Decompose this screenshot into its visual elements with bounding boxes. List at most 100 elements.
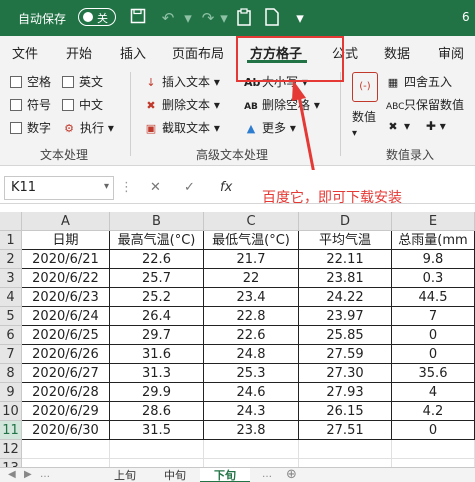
table-cell[interactable]: 23.4: [204, 288, 299, 307]
table-cell[interactable]: 最低气温(°C): [204, 231, 299, 250]
table-cell[interactable]: 31.5: [110, 421, 204, 440]
column-header[interactable]: B: [110, 212, 204, 231]
table-cell[interactable]: 23.97: [299, 307, 392, 326]
table-cell[interactable]: 2020/6/28: [22, 383, 110, 402]
table-row: 3 2020/6/22 25.7 22 23.81 0.3: [0, 269, 475, 288]
table-cell[interactable]: [204, 440, 299, 459]
table-cell[interactable]: 27.30: [299, 364, 392, 383]
table-cell[interactable]: 25.2: [110, 288, 204, 307]
table-cell[interactable]: 26.15: [299, 402, 392, 421]
add-sheet-icon[interactable]: ⊕: [286, 467, 297, 482]
table-cell[interactable]: 23.81: [299, 269, 392, 288]
table-cell[interactable]: 22.6: [204, 326, 299, 345]
insert-function-button[interactable]: fx: [220, 180, 232, 195]
sheet-options-icon[interactable]: …: [262, 469, 272, 480]
table-cell[interactable]: 9.8: [392, 250, 475, 269]
table-cell[interactable]: 27.93: [299, 383, 392, 402]
table-row: 9 2020/6/28 29.9 24.6 27.93 4: [0, 383, 475, 402]
table-cell[interactable]: 22: [204, 269, 299, 288]
table-cell[interactable]: 2020/6/26: [22, 345, 110, 364]
table-cell[interactable]: 44.5: [392, 288, 475, 307]
table-cell[interactable]: 29.9: [110, 383, 204, 402]
table-cell[interactable]: 0: [392, 345, 475, 364]
table-cell[interactable]: 2020/6/24: [22, 307, 110, 326]
row-header[interactable]: 12: [0, 440, 22, 459]
row-header[interactable]: 8: [0, 364, 22, 383]
table-cell[interactable]: 最高气温(°C): [110, 231, 204, 250]
row-header[interactable]: 9: [0, 383, 22, 402]
prev-sheet-icon[interactable]: ◀: [8, 469, 16, 480]
table-cell[interactable]: [22, 440, 110, 459]
enter-icon[interactable]: ✓: [184, 180, 195, 195]
table-cell[interactable]: [110, 440, 204, 459]
table-cell[interactable]: 25.3: [204, 364, 299, 383]
table-cell[interactable]: 2020/6/27: [22, 364, 110, 383]
table-cell[interactable]: 24.22: [299, 288, 392, 307]
table-cell[interactable]: 29.7: [110, 326, 204, 345]
table-cell[interactable]: 总雨量(mm: [392, 231, 475, 250]
column-header[interactable]: C: [204, 212, 299, 231]
table-cell[interactable]: 24.6: [204, 383, 299, 402]
table-cell[interactable]: 26.4: [110, 307, 204, 326]
table-row: 7 2020/6/26 31.6 24.8 27.59 0: [0, 345, 475, 364]
table-cell[interactable]: 2020/6/23: [22, 288, 110, 307]
table-cell[interactable]: 日期: [22, 231, 110, 250]
table-cell[interactable]: 35.6: [392, 364, 475, 383]
table-row: 5 2020/6/24 26.4 22.8 23.97 7: [0, 307, 475, 326]
table-cell[interactable]: 2020/6/30: [22, 421, 110, 440]
annotation-text: 百度它，即可下载安装: [262, 190, 402, 206]
table-cell[interactable]: [392, 440, 475, 459]
table-cell[interactable]: 0.3: [392, 269, 475, 288]
table-cell[interactable]: 22.6: [110, 250, 204, 269]
table-cell[interactable]: 2020/6/29: [22, 402, 110, 421]
table-cell[interactable]: [299, 440, 392, 459]
table-cell[interactable]: 25.7: [110, 269, 204, 288]
more-sheets-icon[interactable]: …: [40, 469, 50, 480]
table-cell[interactable]: 25.85: [299, 326, 392, 345]
select-all-corner[interactable]: [0, 212, 22, 231]
row-header[interactable]: 6: [0, 326, 22, 345]
table-cell[interactable]: 2020/6/25: [22, 326, 110, 345]
table-cell[interactable]: 0: [392, 421, 475, 440]
row-header[interactable]: 2: [0, 250, 22, 269]
row-header[interactable]: 11: [0, 421, 22, 440]
row-header[interactable]: 3: [0, 269, 22, 288]
column-header[interactable]: A: [22, 212, 110, 231]
table-cell[interactable]: 2020/6/21: [22, 250, 110, 269]
table-cell[interactable]: 22.11: [299, 250, 392, 269]
table-cell[interactable]: 0: [392, 326, 475, 345]
row-header[interactable]: 10: [0, 402, 22, 421]
table-cell[interactable]: 28.6: [110, 402, 204, 421]
table-cell[interactable]: 27.51: [299, 421, 392, 440]
table-cell[interactable]: 24.8: [204, 345, 299, 364]
table-cell[interactable]: 2020/6/22: [22, 269, 110, 288]
table-cell[interactable]: 31.3: [110, 364, 204, 383]
cancel-icon[interactable]: ✕: [150, 180, 161, 195]
column-header[interactable]: E: [392, 212, 475, 231]
row-header[interactable]: 7: [0, 345, 22, 364]
next-sheet-icon[interactable]: ▶: [24, 469, 32, 480]
name-box[interactable]: K11 ▾: [4, 176, 114, 200]
sheet-tab-early[interactable]: 上旬: [100, 468, 150, 482]
table-cell[interactable]: 24.3: [204, 402, 299, 421]
more-options-icon[interactable]: ⋮: [120, 180, 133, 195]
table-cell[interactable]: 21.7: [204, 250, 299, 269]
table-row: 12: [0, 440, 475, 459]
table-cell[interactable]: 7: [392, 307, 475, 326]
table-cell[interactable]: 4.2: [392, 402, 475, 421]
table-cell[interactable]: 22.8: [204, 307, 299, 326]
table-cell[interactable]: 27.59: [299, 345, 392, 364]
spreadsheet-grid: A B C D E 1 日期 最高气温(°C) 最低气温(°C) 平均气温 总雨量(mm 2…: [0, 212, 475, 478]
table-cell[interactable]: 31.6: [110, 345, 204, 364]
table-row: 11 2020/6/30 31.5 23.8 27.51 0: [0, 421, 475, 440]
table-cell[interactable]: 4: [392, 383, 475, 402]
row-header[interactable]: 5: [0, 307, 22, 326]
table-cell[interactable]: 平均气温: [299, 231, 392, 250]
name-box-dropdown-icon[interactable]: ▾: [104, 181, 109, 192]
sheet-tab-mid[interactable]: 中旬: [150, 468, 200, 482]
row-header[interactable]: 4: [0, 288, 22, 307]
column-header[interactable]: D: [299, 212, 392, 231]
sheet-tab-late[interactable]: 下旬: [200, 468, 250, 482]
table-cell[interactable]: 23.8: [204, 421, 299, 440]
row-header[interactable]: 1: [0, 231, 22, 250]
